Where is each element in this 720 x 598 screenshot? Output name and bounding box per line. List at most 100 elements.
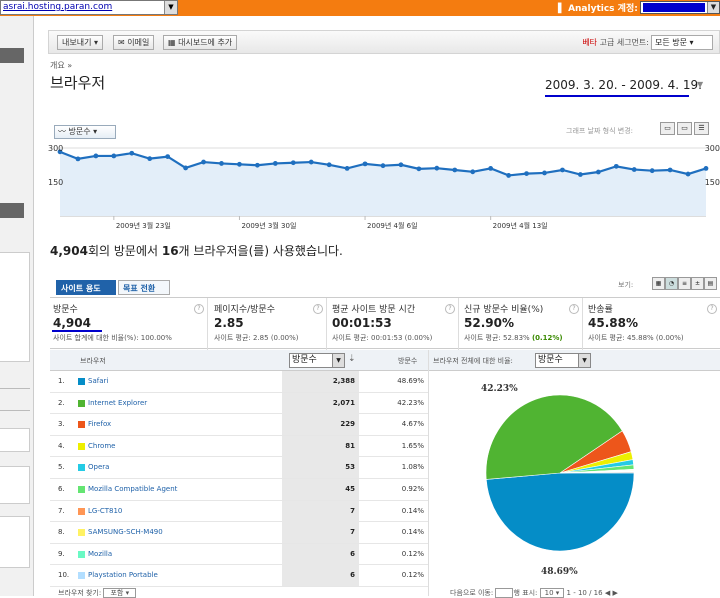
browser-link[interactable]: SAMSUNG-SCH-M490 <box>88 528 163 536</box>
data-point <box>344 166 350 171</box>
date-range-underline <box>545 95 689 97</box>
data-point <box>165 154 171 160</box>
view-pie-button[interactable]: ◔ <box>665 277 678 290</box>
email-button[interactable]: ✉ 이메일 <box>113 35 155 50</box>
percent-cell: 1.65% <box>401 441 424 450</box>
account-select[interactable]: ▼ <box>640 1 720 14</box>
browser-link[interactable]: Mozilla Compatible Agent <box>88 485 177 493</box>
metric-pages-per-visit: 페이지수/방문수 2.85 사이트 평균: 2.85 (0.00%) ? <box>211 298 327 350</box>
graph-week-button[interactable]: ▭ <box>677 122 692 135</box>
browser-link[interactable]: Firefox <box>88 420 111 428</box>
data-point <box>219 161 224 166</box>
help-icon[interactable]: ? <box>194 304 204 314</box>
main-content: 내보내기 ▾ ✉ 이메일 ▦ 대시보드에 추가 베타 고급 세그먼트: 모든 방… <box>48 30 720 598</box>
help-icon[interactable]: ? <box>707 304 717 314</box>
sidebar-button[interactable] <box>0 203 24 218</box>
add-to-dashboard-button[interactable]: ▦ 대시보드에 추가 <box>163 35 238 50</box>
data-point <box>201 159 206 165</box>
sidebar-panel <box>0 466 30 504</box>
breadcrumb[interactable]: 개요 » <box>50 60 72 71</box>
browser-link[interactable]: Playstation Portable <box>88 571 158 579</box>
pie-header: 브라우저 전체에 대한 비율: 방문수 ▼ <box>429 350 720 371</box>
row-number: 10. <box>58 571 70 580</box>
graph-day-button[interactable]: ▭ <box>660 122 675 135</box>
graph-month-button[interactable]: ☰ <box>694 122 709 135</box>
views-label: 보기: <box>618 281 634 289</box>
table-row: 8. SAMSUNG-SCH-M490 7 0.14% <box>50 522 428 544</box>
table-row: 2. Internet Explorer 2,071 42.23% <box>50 392 428 415</box>
segment-select[interactable]: 모든 방문 ▾ <box>651 35 713 50</box>
percent-cell: 0.12% <box>401 571 424 580</box>
x-tick-label: 2009년 3월 23일 <box>116 221 171 230</box>
divider <box>0 388 30 389</box>
top-bar: asrai.hosting.paran.com ▼ ▌ Analytics 계정… <box>0 0 720 16</box>
table-row: 7. LG-CT810 7 0.14% <box>50 500 428 523</box>
percent-cell: 42.23% <box>397 398 424 407</box>
site-select[interactable]: asrai.hosting.paran.com ▼ <box>0 0 178 15</box>
rows-select[interactable]: 10 ▾ <box>539 588 565 598</box>
column-header-visits[interactable]: 방문수 <box>398 356 417 366</box>
export-button[interactable]: 내보내기 ▾ <box>57 35 104 50</box>
tab-goal-conversion[interactable]: 목표 전환 <box>118 280 170 295</box>
column-header-browser[interactable]: 브라우저 <box>80 356 106 366</box>
view-pivot-button[interactable]: ▤ <box>704 277 717 290</box>
help-icon[interactable]: ? <box>313 304 323 314</box>
metric-avg-time: 평균 사이트 방문 시간 00:01:53 사이트 평균: 00:01:53 (… <box>329 298 459 350</box>
row-number: 6. <box>58 485 65 493</box>
chevron-down-icon: ▼ <box>707 2 719 13</box>
table-row: 1. Safari 2,388 48.69% <box>50 371 428 393</box>
browser-link[interactable]: Internet Explorer <box>88 399 147 407</box>
series-area <box>60 151 706 216</box>
metric-visits: 방문수 4,904 사이트 합계에 대한 비율(%): 100.00% ? <box>50 298 208 350</box>
table-row: 5. Opera 53 1.08% <box>50 457 428 479</box>
table-metric-select[interactable]: 방문수 ▼ <box>289 353 345 368</box>
pie-percent-label: 42.23% <box>481 384 518 394</box>
data-point <box>452 167 458 173</box>
sidebar-button[interactable] <box>0 48 24 63</box>
browser-link[interactable]: Mozilla <box>88 550 112 558</box>
filter-condition-select[interactable]: 포함 ▾ <box>103 588 137 598</box>
data-point <box>111 153 117 159</box>
visits-cell: 229 <box>282 414 359 436</box>
visits-cell: 45 <box>282 479 359 500</box>
metric-bounce-rate: 반송률 45.88% 사이트 평균: 45.88% (0.00%) ? <box>585 298 720 350</box>
summary-sentence: 4,904회의 방문에서 16개 브라우저을(를) 사용했습니다. <box>50 244 343 258</box>
row-number: 9. <box>58 549 65 558</box>
view-performance-button[interactable]: ≡ <box>678 277 691 290</box>
help-icon[interactable]: ? <box>445 304 455 314</box>
sort-desc-icon[interactable]: ⇣ <box>348 354 356 364</box>
chart-metric-select[interactable]: 〰 방문수 ▾ <box>54 125 116 139</box>
data-point <box>506 173 512 178</box>
browser-link[interactable]: Safari <box>88 377 108 385</box>
visits-cell: 7 <box>282 522 359 544</box>
metric-new-visits: 신규 방문수 비율(%) 52.90% 사이트 평균: 52.83% (0.12… <box>461 298 583 350</box>
help-icon[interactable]: ? <box>569 304 579 314</box>
browser-link[interactable]: Opera <box>88 463 109 471</box>
row-number: 2. <box>58 398 65 407</box>
view-compare-button[interactable]: ± <box>691 277 704 290</box>
series-swatch <box>78 464 85 472</box>
browser-link[interactable]: Chrome <box>88 442 115 450</box>
browser-link[interactable]: LG-CT810 <box>88 507 122 515</box>
account-select-value <box>643 3 705 12</box>
data-point <box>595 169 601 175</box>
table-row: 6. Mozilla Compatible Agent 45 0.92% <box>50 479 428 501</box>
visits-line-chart: 300 150 300 150 2009년 3월 23일 2009년 3월 30일 2009… <box>48 144 720 230</box>
data-point <box>380 163 386 169</box>
goto-input[interactable] <box>495 588 514 598</box>
visits-cell: 2,388 <box>282 371 359 392</box>
percent-cell: 0.92% <box>401 485 424 493</box>
advanced-segment-label: 베타 고급 세그먼트: <box>582 38 649 47</box>
data-point <box>434 165 440 171</box>
pie-slice <box>485 472 635 552</box>
data-point <box>75 156 81 162</box>
sidebar-panel <box>0 252 30 362</box>
visits-cell: 7 <box>282 500 359 522</box>
data-point <box>272 161 278 166</box>
date-range-picker[interactable]: 2009. 3. 20. - 2009. 4. 19. ▼ <box>545 78 703 97</box>
site-select-value: asrai.hosting.paran.com <box>3 2 113 12</box>
data-point <box>398 162 404 168</box>
view-table-button[interactable]: ▦ <box>652 277 665 290</box>
pie-metric-select[interactable]: 방문수 ▼ <box>535 353 591 368</box>
tab-site-usage[interactable]: 사이트 용도 <box>56 280 116 295</box>
